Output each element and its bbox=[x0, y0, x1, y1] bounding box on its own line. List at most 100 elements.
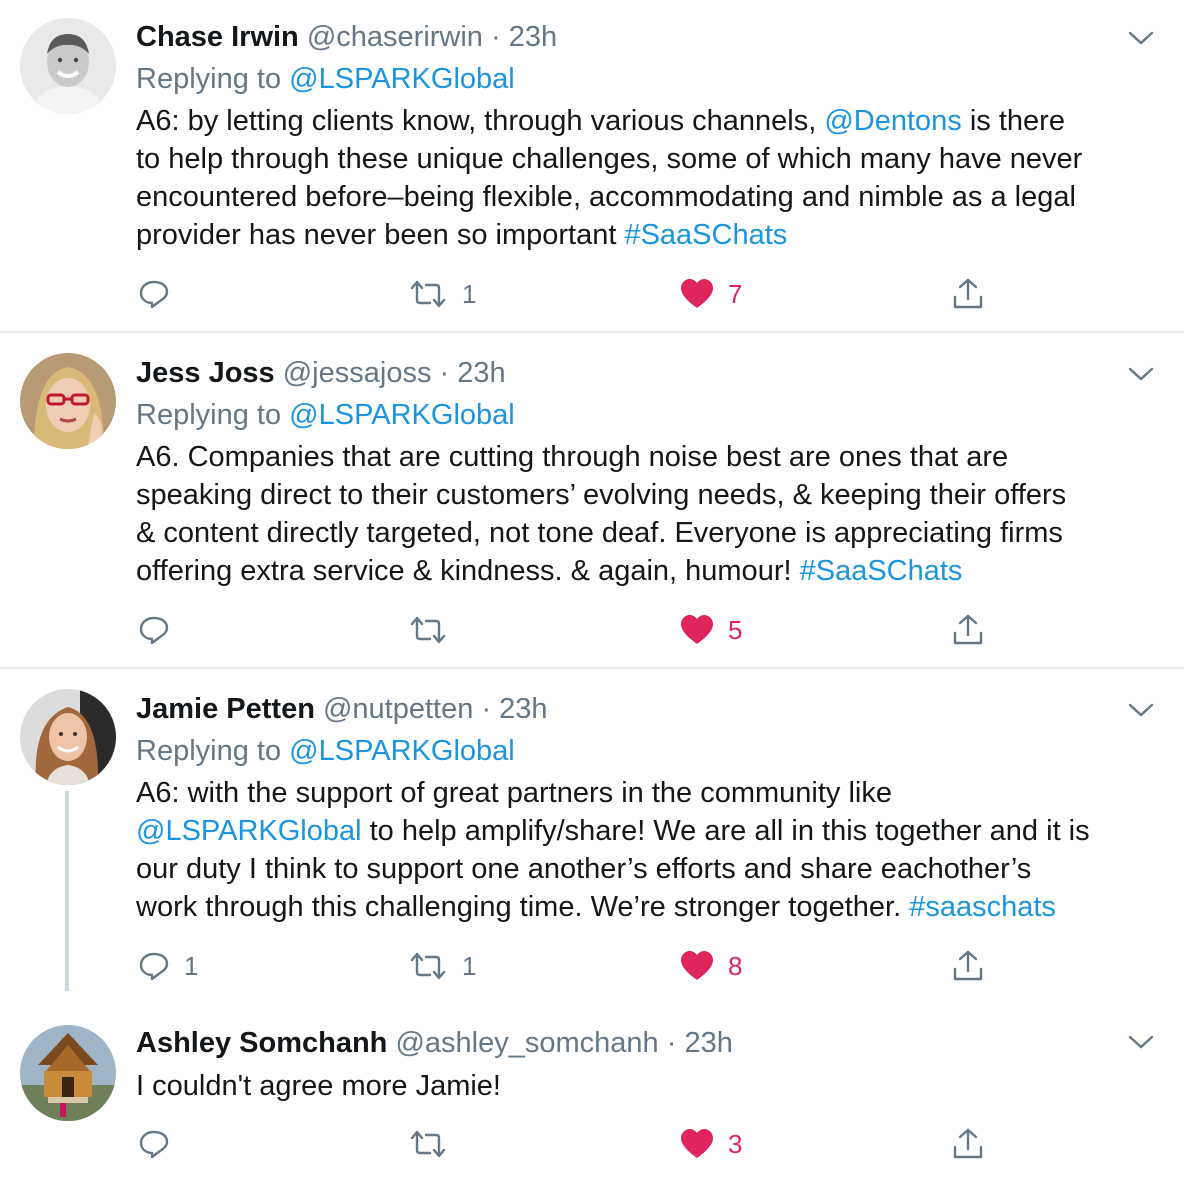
tweet-text: A6. Companies that are cutting through n… bbox=[136, 438, 1066, 590]
share-button[interactable] bbox=[952, 274, 984, 314]
tweet-text-segment: offering extra service & kindness. & aga… bbox=[136, 555, 800, 587]
reply-icon bbox=[139, 1130, 169, 1159]
heart-icon bbox=[681, 1129, 713, 1158]
author-handle[interactable]: @ashley_somchanh bbox=[395, 1027, 658, 1059]
reply-icon bbox=[139, 952, 169, 981]
tweet-text-segment: A6: with the support of great partners i… bbox=[136, 777, 892, 809]
author-handle[interactable]: @chaserirwin bbox=[307, 21, 483, 53]
avatar[interactable] bbox=[20, 689, 116, 785]
retweet-icon bbox=[410, 1130, 446, 1158]
avatar[interactable] bbox=[20, 18, 116, 114]
tweet-text-line: provider has never been so important #Sa… bbox=[136, 216, 1082, 254]
chevron-down-icon[interactable] bbox=[1126, 28, 1156, 48]
retweet-button[interactable]: 1 bbox=[408, 946, 476, 986]
avatar[interactable] bbox=[20, 353, 116, 449]
like-button[interactable]: 3 bbox=[680, 1124, 742, 1164]
retweet-button[interactable]: 1 bbox=[408, 274, 476, 314]
replying-to-handle[interactable]: @LSPARKGlobal bbox=[289, 63, 515, 95]
reply-button[interactable] bbox=[138, 1124, 184, 1164]
tweet-text-segment: work through this challenging time. We’r… bbox=[136, 891, 910, 923]
tweet-text-line: encountered before–being flexible, accom… bbox=[136, 178, 1082, 216]
tweet-text-segment: to help through these unique challenges,… bbox=[136, 143, 1083, 175]
retweet-count: 1 bbox=[462, 950, 477, 981]
timestamp[interactable]: 23h bbox=[499, 693, 547, 725]
reply-button[interactable]: 1 bbox=[138, 946, 198, 986]
tweet-text-line: A6. Companies that are cutting through n… bbox=[136, 438, 1066, 476]
heart-icon bbox=[681, 279, 713, 308]
tweet[interactable]: Jamie Petten @nutpetten · 23h Replying t… bbox=[0, 669, 1184, 1005]
retweet-button[interactable] bbox=[408, 610, 462, 650]
reply-button[interactable] bbox=[138, 610, 184, 650]
timestamp[interactable]: 23h bbox=[509, 21, 557, 53]
author-name[interactable]: Jess Joss bbox=[136, 357, 275, 389]
separator-dot: · bbox=[491, 21, 501, 53]
tweet-text: A6: by letting clients know, through var… bbox=[136, 102, 1082, 254]
like-count: 8 bbox=[728, 950, 743, 981]
chevron-down-icon[interactable] bbox=[1126, 1032, 1156, 1052]
share-button[interactable] bbox=[952, 946, 984, 986]
chevron-down-icon[interactable] bbox=[1126, 700, 1156, 720]
tweet-text-segment: & content directly targeted, not tone de… bbox=[136, 517, 1063, 549]
like-button[interactable]: 8 bbox=[680, 946, 742, 986]
author-handle[interactable]: @nutpetten bbox=[323, 693, 473, 725]
replying-to-label: Replying to bbox=[136, 399, 290, 431]
share-icon bbox=[953, 950, 983, 981]
chevron-down-icon[interactable] bbox=[1126, 364, 1156, 384]
hashtag-link[interactable]: #SaaSChats bbox=[800, 555, 963, 587]
retweet-button[interactable] bbox=[408, 1124, 462, 1164]
heart-icon bbox=[681, 615, 713, 644]
separator-dot: · bbox=[439, 357, 450, 389]
author-name[interactable]: Chase Irwin bbox=[136, 21, 299, 53]
tweet-text-segment: to help amplify/share! We are all in thi… bbox=[361, 815, 1090, 847]
replying-to: Replying to @LSPARKGlobal bbox=[136, 397, 515, 433]
like-count: 7 bbox=[728, 278, 743, 309]
mention-link[interactable]: @Dentons bbox=[824, 105, 961, 137]
like-button[interactable]: 7 bbox=[680, 274, 742, 314]
tweet-text-segment: A6: by letting clients know, through var… bbox=[136, 105, 825, 137]
tweet-text: A6: with the support of great partners i… bbox=[136, 774, 1090, 926]
tweet-text-line: speaking direct to their customers’ evol… bbox=[136, 476, 1066, 514]
share-icon bbox=[953, 1128, 983, 1159]
like-count: 5 bbox=[728, 614, 743, 645]
retweet-icon bbox=[410, 952, 446, 980]
author-name[interactable]: Ashley Somchanh bbox=[136, 1027, 387, 1059]
separator-dot: · bbox=[666, 1027, 677, 1059]
like-count: 3 bbox=[728, 1128, 743, 1159]
replying-to: Replying to @LSPARKGlobal bbox=[136, 61, 515, 97]
share-icon bbox=[953, 614, 983, 645]
replying-to-label: Replying to bbox=[136, 735, 290, 767]
tweet-text-line: work through this challenging time. We’r… bbox=[136, 888, 1090, 926]
hashtag-link[interactable]: #saaschats bbox=[909, 891, 1056, 923]
replying-to-handle[interactable]: @LSPARKGlobal bbox=[289, 735, 515, 767]
tweet-text-line: to help through these unique challenges,… bbox=[136, 140, 1082, 178]
tweet[interactable]: Ashley Somchanh @ashley_somchanh · 23h I… bbox=[0, 1005, 1184, 1181]
thread-connector bbox=[65, 791, 69, 991]
share-icon bbox=[953, 278, 983, 309]
tweet-text-segment: is there bbox=[961, 105, 1065, 137]
timestamp[interactable]: 23h bbox=[684, 1027, 732, 1059]
retweet-count: 1 bbox=[462, 278, 477, 309]
tweet-text-line: A6: with the support of great partners i… bbox=[136, 774, 1090, 812]
heart-icon bbox=[681, 951, 713, 980]
reply-button[interactable] bbox=[138, 274, 184, 314]
tweet[interactable]: Jess Joss @jessajoss · 23h Replying to @… bbox=[0, 333, 1184, 667]
replying-to: Replying to @LSPARKGlobal bbox=[136, 733, 515, 769]
share-button[interactable] bbox=[952, 1124, 984, 1164]
avatar[interactable] bbox=[20, 1025, 116, 1121]
tweet[interactable]: Chase Irwin @chaserirwin · 23h Replying … bbox=[0, 0, 1184, 332]
replying-to-handle[interactable]: @LSPARKGlobal bbox=[289, 399, 515, 431]
mention-link[interactable]: @LSPARKGlobal bbox=[136, 815, 362, 847]
retweet-icon bbox=[410, 616, 446, 644]
share-button[interactable] bbox=[952, 610, 984, 650]
tweet-text-line: our duty I think to support one another’… bbox=[136, 850, 1090, 888]
tweet-text-segment: speaking direct to their customers’ evol… bbox=[136, 479, 1067, 511]
tweet-text-segment: encountered before–being flexible, accom… bbox=[136, 181, 1076, 213]
tweet-text-line: & content directly targeted, not tone de… bbox=[136, 514, 1066, 552]
retweet-icon bbox=[410, 280, 446, 308]
like-button[interactable]: 5 bbox=[680, 610, 742, 650]
author-name[interactable]: Jamie Petten bbox=[136, 693, 315, 725]
reply-icon bbox=[139, 616, 169, 645]
hashtag-link[interactable]: #SaaSChats bbox=[624, 219, 787, 251]
author-handle[interactable]: @jessajoss bbox=[283, 357, 432, 389]
timestamp[interactable]: 23h bbox=[457, 357, 505, 389]
